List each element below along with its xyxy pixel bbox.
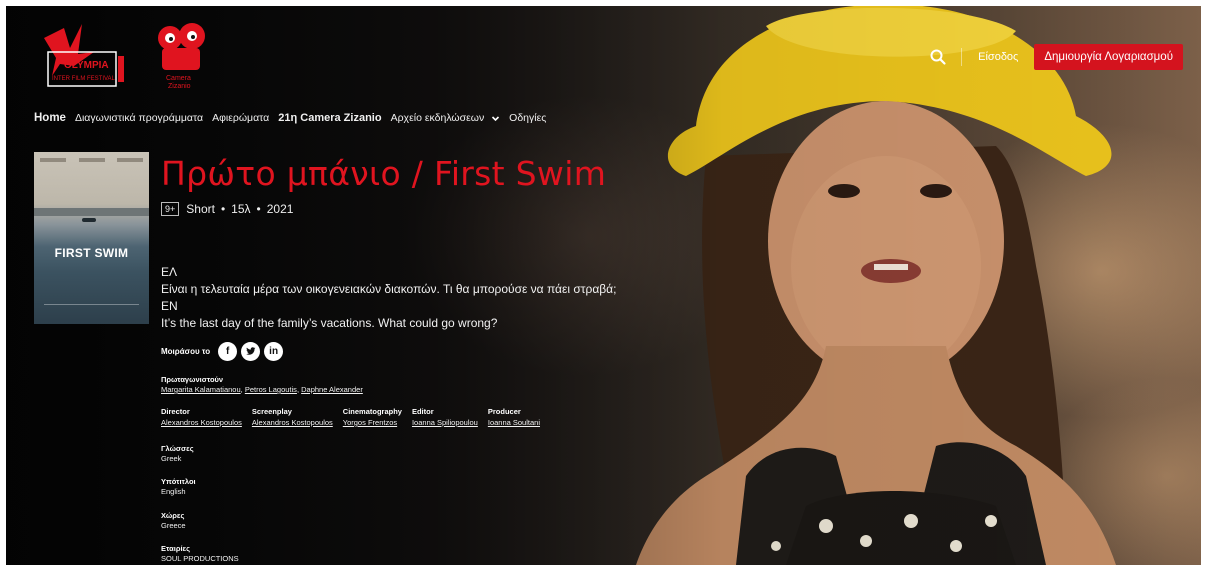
countries-heading: Χώρες (161, 511, 185, 520)
languages-block: Γλώσσες Greek (161, 444, 194, 464)
crew-producer: Producer Ioanna Soultani (488, 406, 540, 428)
crew-role: Cinematography (342, 407, 402, 416)
companies-value: SOUL PRODUCTIONS (161, 554, 239, 563)
nav-home[interactable]: Home (34, 112, 66, 124)
festival-logo[interactable]: OLYMPIA INTER FILM FESTIVAL (34, 18, 130, 98)
poster-title: FIRST SWIM (54, 246, 129, 260)
cast-link[interactable]: Daphne Alexander (301, 385, 363, 394)
crew-screenplay: Screenplay Alexandros Kostopoulos (252, 406, 333, 428)
nav-events-archive[interactable]: Αρχείο εκδηλώσεων (391, 112, 501, 124)
crew-cinematography: Cinematography Yorgos Frentzos (343, 406, 402, 428)
poster-boat (82, 218, 96, 222)
film-type: Short (186, 202, 215, 216)
film-title: Πρώτο μπάνιο / First Swim (161, 154, 607, 193)
signup-button[interactable]: Δημιουργία Λογαριασμού (1034, 44, 1183, 70)
cast-heading: Πρωταγωνιστούν (161, 375, 224, 384)
nav-camera-zizanio[interactable]: 21η Camera Zizanio (278, 112, 381, 124)
svg-text:OLYMPIA: OLYMPIA (64, 60, 109, 71)
svg-text:Zizanio: Zizanio (168, 83, 191, 90)
nav-competition-programs[interactable]: Διαγωνιστικά προγράμματα (75, 112, 203, 124)
subtitles-heading: Υπότιτλοι (161, 477, 196, 486)
meta-dot: • (220, 202, 226, 216)
companies-block: Εταιρίες SOUL PRODUCTIONS (161, 544, 239, 564)
crew-editor: Editor Ioanna Spiliopoulou (412, 406, 478, 428)
cast-list: Margarita Kalamatianou, Petros Lagoutis,… (161, 385, 363, 394)
poster-island (34, 208, 149, 216)
synopsis-en-text: It’s the last day of the family’s vacati… (161, 316, 498, 330)
age-rating-badge: 9+ (161, 202, 180, 216)
poster-credits (40, 158, 143, 162)
synopsis-en-label: EN (161, 299, 178, 313)
chevron-down-icon (492, 116, 500, 121)
crew-link[interactable]: Ioanna Soultani (488, 418, 540, 427)
crew-role: Editor (411, 407, 434, 416)
film-year: 2021 (266, 202, 294, 216)
crew-director: Director Alexandros Kostopoulos (161, 406, 242, 428)
search-icon[interactable] (929, 48, 947, 66)
synopsis: ΕΛ Είναι η τελευταία μέρα των οικογενεια… (161, 264, 616, 332)
film-meta: 9+ Short • 15λ • 2021 (161, 202, 293, 216)
subtitles-value: English (161, 487, 186, 496)
cast-block: Πρωταγωνιστούν Margarita Kalamatianou, P… (161, 375, 363, 395)
companies-heading: Εταιρίες (161, 544, 191, 553)
nav-tributes[interactable]: Αφιερώματα (212, 112, 269, 124)
countries-value: Greece (161, 521, 186, 530)
crew-link[interactable]: Alexandros Kostopoulos (252, 418, 333, 427)
nav-events-archive-label: Αρχείο εκδηλώσεων (390, 112, 485, 124)
crew-link[interactable]: Ioanna Spiliopoulou (412, 418, 478, 427)
synopsis-el-text: Είναι η τελευταία μέρα των οικογενειακών… (161, 282, 617, 296)
crew-row: Director Alexandros Kostopoulos Screenpl… (161, 406, 550, 428)
crew-link[interactable]: Alexandros Kostopoulos (161, 418, 242, 427)
header-divider (961, 48, 963, 66)
linkedin-icon[interactable]: in (264, 342, 284, 361)
crew-role: Director (161, 407, 190, 416)
login-link[interactable]: Είσοδος (978, 51, 1018, 63)
crew-link[interactable]: Yorgos Frentzos (343, 418, 397, 427)
countries-block: Χώρες Greece (161, 511, 186, 531)
svg-text:Camera: Camera (166, 75, 191, 82)
languages-value: Greek (161, 454, 182, 463)
crew-role: Screenplay (251, 407, 292, 416)
synopsis-el-label: ΕΛ (161, 265, 178, 279)
film-duration: 15λ (231, 202, 251, 216)
share-bar: Μοιράσου το f in (161, 342, 287, 361)
facebook-icon[interactable]: f (218, 342, 238, 361)
subtitles-block: Υπότιτλοι English (161, 477, 196, 497)
film-poster: FIRST SWIM (34, 152, 149, 324)
crew-role: Producer (487, 407, 521, 416)
camera-zizanio-logo[interactable]: Camera Zizanio (152, 22, 212, 90)
meta-dot: • (256, 202, 261, 216)
cast-link[interactable]: Margarita Kalamatianou (161, 385, 241, 394)
svg-text:INTER FILM FESTIVAL: INTER FILM FESTIVAL (52, 76, 116, 82)
share-label: Μοιράσου το (161, 347, 211, 356)
languages-heading: Γλώσσες (161, 444, 194, 453)
header-actions: Είσοδος Δημιουργία Λογαριασμού (929, 44, 1183, 70)
twitter-icon[interactable] (241, 342, 261, 361)
nav-instructions[interactable]: Οδηγίες (509, 112, 546, 124)
cast-link[interactable]: Petros Lagoutis (245, 385, 297, 394)
poster-fineprint (44, 304, 139, 314)
page: OLYMPIA INTER FILM FESTIVAL Camera Zizan… (6, 6, 1201, 565)
main-nav: Home Διαγωνιστικά προγράμματα Αφιερώματα… (34, 112, 555, 124)
